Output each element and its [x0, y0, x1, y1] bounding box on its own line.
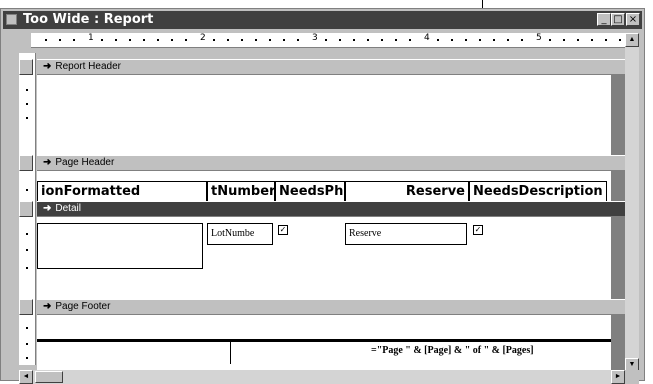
- maximize-button[interactable]: □: [611, 13, 625, 26]
- footer-page-expression[interactable]: ="Page " & [Page] & " of " & [Pages]: [371, 345, 534, 356]
- header-field-reserve[interactable]: Reserve: [345, 181, 469, 203]
- detail-lot-number-field[interactable]: LotNumbe: [207, 223, 273, 245]
- header-field-needs-photo[interactable]: NeedsPh: [275, 181, 345, 203]
- page-footer-band[interactable]: ➜ Page Footer: [37, 299, 638, 315]
- ruler-label-2: 2: [200, 33, 206, 43]
- window-title: Too Wide : Report: [23, 12, 154, 27]
- detail-memo-field[interactable]: [37, 223, 203, 269]
- report-header-selector[interactable]: [19, 59, 33, 75]
- horizontal-scrollbar[interactable]: ◄ ►: [19, 370, 625, 384]
- horizontal-ruler[interactable]: 1 2 3 4 5: [31, 33, 638, 48]
- scroll-left-button[interactable]: ◄: [19, 370, 33, 384]
- report-design-window: Too Wide : Report _ □ × 1 2 3 4 5 ➜ Repor…: [0, 8, 645, 384]
- page-header-band[interactable]: ➜ Page Header: [37, 155, 638, 171]
- arrow-icon: ➜: [43, 157, 52, 168]
- arrow-icon: ➜: [43, 61, 52, 72]
- page-header-label: Page Header: [55, 157, 115, 168]
- page-footer-selector[interactable]: [19, 299, 33, 315]
- ruler-corner[interactable]: [5, 33, 31, 47]
- arrow-icon: ➜: [43, 301, 52, 312]
- vertical-scrollbar[interactable]: ▲ ▼: [625, 33, 639, 372]
- detail-band[interactable]: ➜ Detail: [37, 201, 638, 217]
- detail-reserve-field[interactable]: Reserve: [345, 223, 467, 245]
- detail-needs-description-checkbox[interactable]: ✓: [473, 225, 483, 235]
- header-field-lot-number[interactable]: tNumber: [207, 181, 275, 203]
- horizontal-scroll-thumb[interactable]: [35, 371, 63, 383]
- ruler-label-5: 5: [536, 33, 542, 43]
- report-header-area[interactable]: [37, 75, 611, 155]
- report-header-label: Report Header: [55, 61, 121, 72]
- size-grip[interactable]: [625, 370, 639, 384]
- page-header-selector[interactable]: [19, 155, 33, 171]
- ruler-label-1: 1: [88, 33, 94, 43]
- footer-divider: [230, 342, 231, 364]
- ruler-label-3: 3: [312, 33, 318, 43]
- scroll-right-button[interactable]: ►: [611, 370, 625, 384]
- report-header-band[interactable]: ➜ Report Header: [37, 59, 638, 75]
- close-button[interactable]: ×: [626, 13, 640, 26]
- header-field-needs-description[interactable]: NeedsDescription: [469, 181, 607, 203]
- scroll-up-button[interactable]: ▲: [625, 33, 639, 47]
- page-footer-area[interactable]: [37, 315, 611, 370]
- detail-label: Detail: [55, 203, 81, 214]
- minimize-button[interactable]: _: [597, 13, 611, 26]
- header-field-formatted[interactable]: ionFormatted: [37, 181, 207, 203]
- detail-needs-photo-checkbox[interactable]: ✓: [278, 225, 288, 235]
- report-icon[interactable]: [6, 14, 17, 25]
- footer-rule-line[interactable]: [37, 339, 611, 342]
- ruler-label-4: 4: [424, 33, 430, 43]
- page-footer-label: Page Footer: [55, 301, 111, 312]
- detail-selector[interactable]: [19, 201, 33, 217]
- arrow-icon: ➜: [43, 203, 52, 214]
- title-bar[interactable]: Too Wide : Report _ □ ×: [3, 11, 642, 29]
